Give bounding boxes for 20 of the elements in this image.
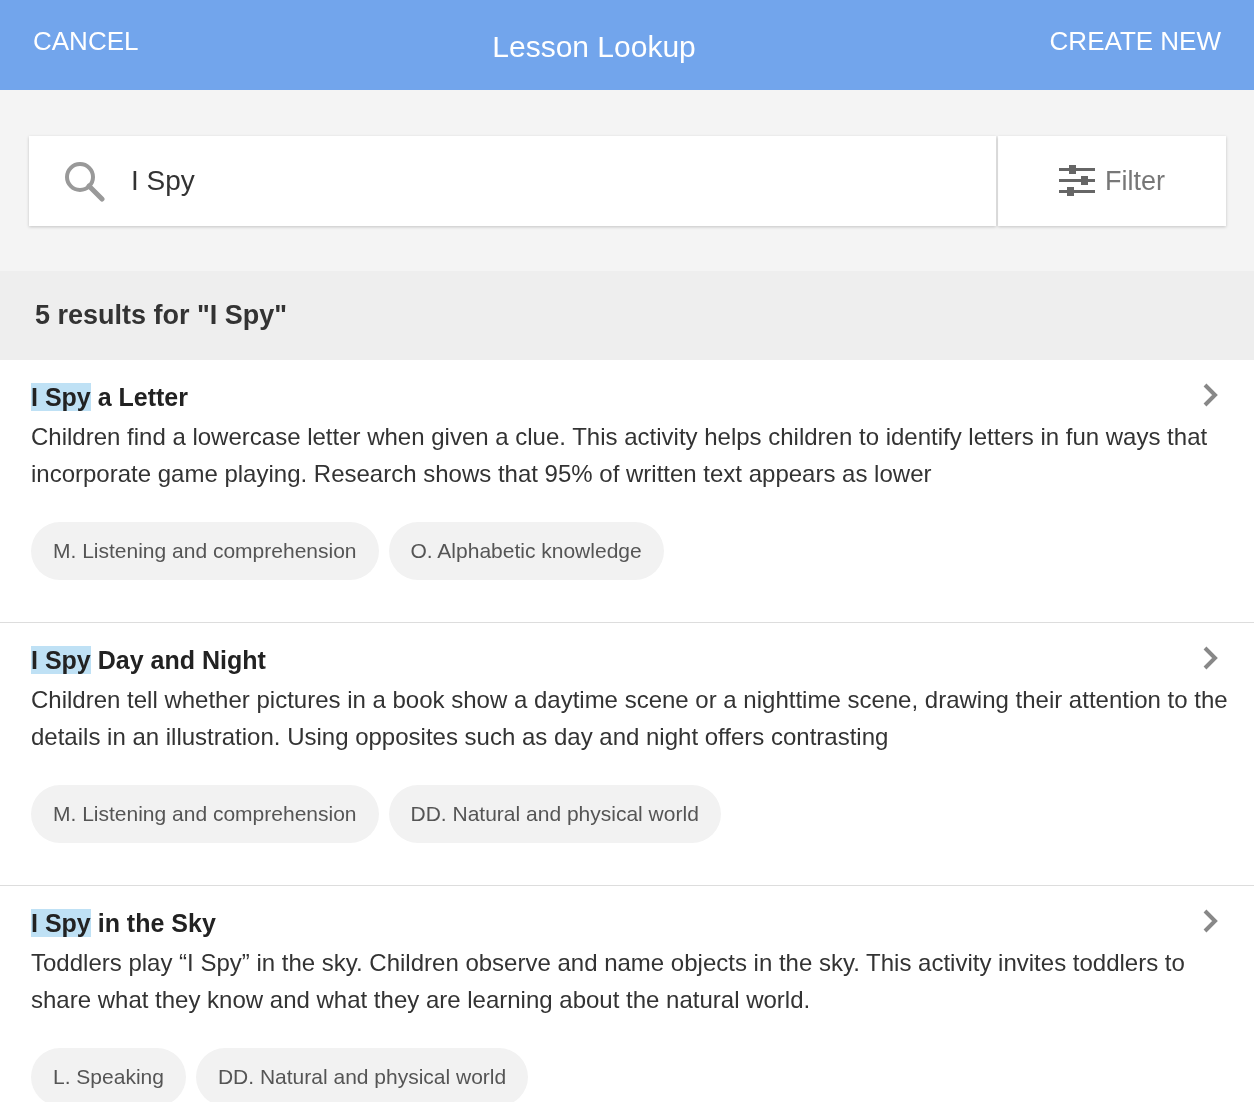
lesson-title[interactable]: I Spy Day and Night [31, 646, 1244, 675]
sliders-icon [1059, 165, 1095, 197]
tag-chip: M. Listening and comprehension [31, 522, 379, 580]
tag-chip: M. Listening and comprehension [31, 785, 379, 843]
tag-chip: L. Speaking [31, 1048, 186, 1102]
lesson-description: Toddlers play “I Spy” in the sky. Children observe and name objects in the sky. This activity invites toddlers to share what they know and what they are learning about the natural world. [31, 948, 1186, 1015]
tag-chip: DD. Natural and physical world [195, 1048, 529, 1102]
filter-button[interactable]: Filter [998, 136, 1226, 226]
lesson-title[interactable]: I Spy a Letter [31, 383, 1244, 412]
lesson-description: Children find a lowercase letter when given a clue. This activity helps children to identify letters in fun ways that incorporate game playing. Research shows that 95% of written text appears as lower [31, 422, 1209, 489]
tag-chip: O. Alphabetic knowledge [388, 522, 664, 580]
lesson-description: Children tell whether pictures in a book show a daytime scene or a nighttime scene, drawing their attention to the details in an illustration. Using opposites such as day and night offers contrasting [31, 685, 1229, 752]
chevron-right-icon[interactable] [1202, 908, 1218, 934]
lesson-title[interactable]: I Spy in the Sky [31, 909, 1244, 938]
results-heading: 5 results for "I Spy" [35, 300, 288, 331]
chevron-right-icon[interactable] [1202, 645, 1218, 671]
search-field[interactable]: I Spy [29, 136, 996, 226]
page-title: Lesson Lookup [492, 30, 696, 64]
tag-chip: DD. Natural and physical world [388, 785, 721, 843]
chevron-right-icon[interactable] [1202, 382, 1218, 408]
